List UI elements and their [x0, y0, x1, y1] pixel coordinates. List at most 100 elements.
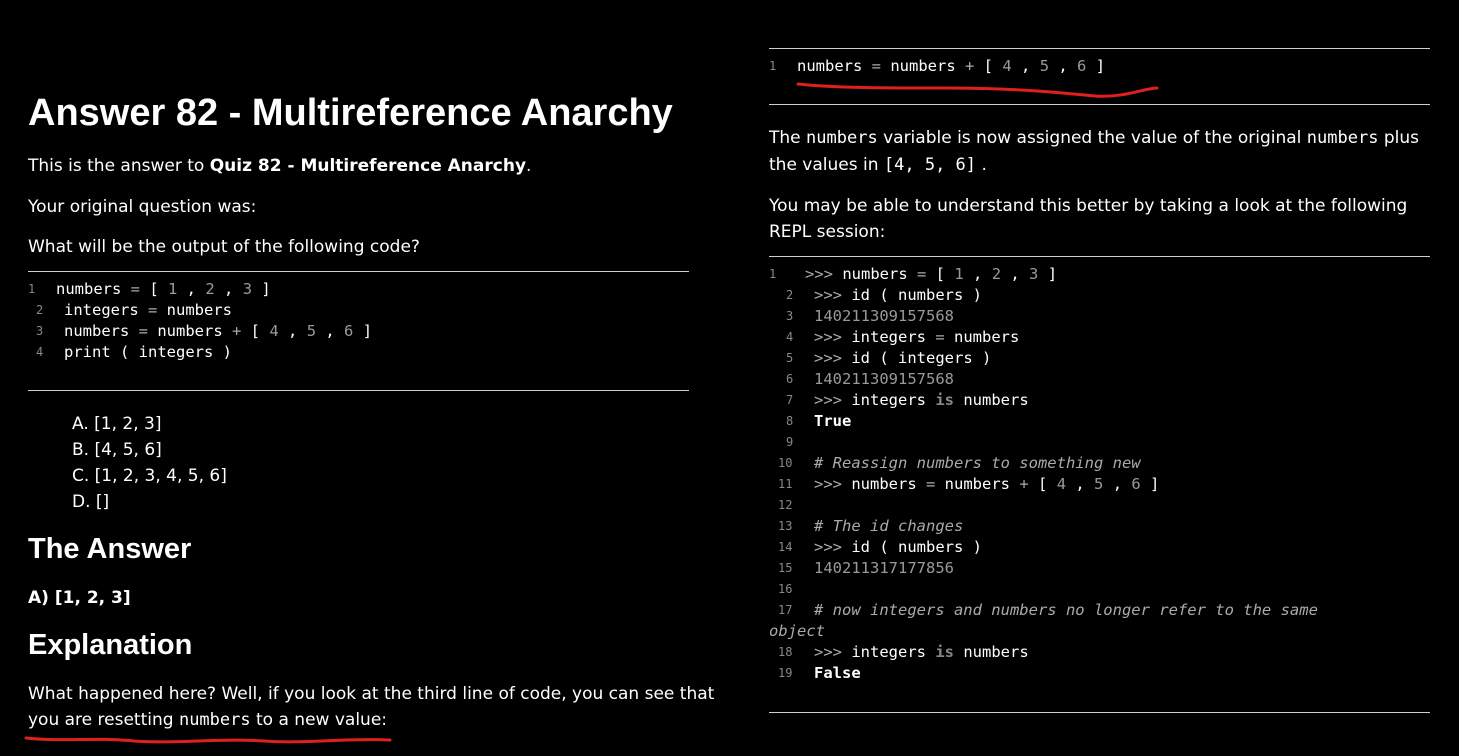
- code-line: 7 >>> integers is numbers: [769, 390, 1318, 411]
- explanation-suffix: to a new value:: [250, 710, 388, 730]
- code-line: 6 140211309157568: [769, 369, 1318, 390]
- line-number: 13: [778, 519, 793, 533]
- code-line: 19 False: [769, 663, 1318, 684]
- quiz-code-block: 1 numbers = [ 1 , 2 , 3 ] 2 integers = num…: [28, 279, 372, 363]
- code-text: numbers = numbers + [ 4 , 5 , 6 ]: [797, 57, 1106, 75]
- intro-text: This is the answer to Quiz 82 - Multiref…: [28, 153, 531, 179]
- inline-code: numbers: [178, 710, 251, 730]
- code-text: print ( integers ): [64, 343, 232, 361]
- code-line: 4 print ( integers ): [28, 342, 372, 363]
- code-line: 12: [769, 495, 1318, 516]
- code-text: >>> id ( numbers ): [814, 538, 982, 556]
- code-text: False: [814, 664, 861, 682]
- line-number: 4: [786, 330, 794, 344]
- line-number: 1: [28, 282, 36, 296]
- code-text: >>> integers is numbers: [814, 643, 1029, 661]
- quiz-link[interactable]: Quiz 82 - Multireference Anarchy: [210, 156, 526, 176]
- line-number: 7: [786, 393, 794, 407]
- code-line: 14 >>> id ( numbers ): [769, 537, 1318, 558]
- code-text: numbers = numbers + [ 4 , 5 , 6 ]: [64, 322, 373, 340]
- line-number: 9: [786, 435, 794, 449]
- code-text: >>> id ( integers ): [814, 349, 992, 367]
- top-code-block: 1 numbers = numbers + [ 4 , 5 , 6 ]: [769, 56, 1105, 77]
- code-text: numbers = [ 1 , 2 , 3 ]: [56, 280, 271, 298]
- intro-suffix: .: [526, 156, 532, 176]
- code-line: 17 # now integers and numbers no longer r…: [769, 600, 1318, 621]
- code-text: 140211309157568: [814, 370, 954, 388]
- code-line: 4 >>> integers = numbers: [769, 327, 1318, 348]
- inline-code: numbers: [1306, 128, 1379, 148]
- code-line: 3 140211309157568: [769, 306, 1318, 327]
- explanation-heading: Explanation: [28, 629, 193, 661]
- code-line: 15 140211317177856: [769, 558, 1318, 579]
- para-text: variable is now assigned the value of th…: [877, 128, 1307, 148]
- code-line: 3 numbers = numbers + [ 4 , 5 , 6 ]: [28, 321, 372, 342]
- line-number: 8: [786, 414, 794, 428]
- question-text: What will be the output of the following…: [28, 237, 420, 257]
- code-line: 2 integers = numbers: [28, 300, 372, 321]
- red-underline-annotation: [796, 82, 1159, 98]
- code-line: 11 >>> numbers = numbers + [ 4 , 5 , 6 ]: [769, 474, 1318, 495]
- code-text: integers = numbers: [64, 301, 232, 319]
- paragraph-1-line-1: The numbers variable is now assigned the…: [769, 125, 1419, 151]
- line-number: 3: [786, 309, 794, 323]
- answer-choices: A. [1, 2, 3] B. [4, 5, 6] C. [1, 2, 3, 4…: [72, 411, 227, 515]
- page-title: Answer 82 - Multireference Anarchy: [28, 92, 673, 134]
- explanation-line-1: What happened here? Well, if you look at…: [28, 684, 715, 704]
- code-line: 10 # Reassign numbers to something new: [769, 453, 1318, 474]
- code-line: object: [769, 621, 1318, 642]
- line-number: 18: [778, 645, 793, 659]
- code-text: >>> integers = numbers: [814, 328, 1020, 346]
- line-number: 2: [786, 288, 794, 302]
- line-number: 19: [778, 666, 793, 680]
- code-rule-top: [28, 271, 689, 272]
- code-line: 5 >>> id ( integers ): [769, 348, 1318, 369]
- line-number: 12: [778, 498, 793, 512]
- answer-text: A) [1, 2, 3]: [28, 588, 131, 608]
- code-line: 1 >>> numbers = [ 1 , 2 , 3 ]: [769, 264, 1318, 285]
- choice-b: B. [4, 5, 6]: [72, 440, 162, 460]
- code-rule-bottom: [28, 390, 689, 391]
- line-number: 1: [769, 59, 777, 73]
- line-number: 15: [778, 561, 793, 575]
- line-number: 14: [778, 540, 793, 554]
- repl-code-block: 1 >>> numbers = [ 1 , 2 , 3 ] 2 >>> id ( n…: [769, 264, 1318, 684]
- answer-heading: The Answer: [28, 533, 192, 565]
- choice-d: D. []: [72, 492, 110, 512]
- line-number: 17: [778, 603, 793, 617]
- code-comment: object: [769, 622, 825, 640]
- code-line: 1 numbers = numbers + [ 4 , 5 , 6 ]: [769, 56, 1105, 77]
- inline-code: numbers: [806, 128, 878, 148]
- top-code-rule-bottom: [769, 104, 1430, 105]
- choice-c: C. [1, 2, 3, 4, 5, 6]: [72, 466, 227, 486]
- original-question-label: Your original question was:: [28, 197, 257, 217]
- line-number: 4: [36, 345, 44, 359]
- code-line: 16: [769, 579, 1318, 600]
- intro-prefix: This is the answer to: [28, 156, 210, 176]
- code-line: 8 True: [769, 411, 1318, 432]
- para-text: The: [769, 128, 807, 148]
- explanation-prefix: you are resetting: [28, 710, 179, 730]
- code-text: 140211309157568: [814, 307, 954, 325]
- red-underline-annotation: [24, 736, 392, 744]
- code-text: >>> numbers = numbers + [ 4 , 5 , 6 ]: [814, 475, 1160, 493]
- code-comment: # now integers and numbers no longer ref…: [814, 601, 1318, 619]
- para-text: the values in: [769, 155, 884, 175]
- line-number: 1: [769, 267, 777, 281]
- line-number: 10: [778, 456, 793, 470]
- inline-code: [4, 5, 6]: [883, 155, 977, 175]
- code-comment: # The id changes: [814, 517, 964, 535]
- choice-a: A. [1, 2, 3]: [72, 414, 162, 434]
- code-line: 2 >>> id ( numbers ): [769, 285, 1318, 306]
- code-text: >>> id ( numbers ): [814, 286, 982, 304]
- para-text: plus: [1378, 128, 1420, 148]
- code-text: True: [814, 412, 852, 430]
- para-text: .: [981, 155, 987, 175]
- code-line: 9: [769, 432, 1318, 453]
- code-line: 1 numbers = [ 1 , 2 , 3 ]: [28, 279, 372, 300]
- code-text: >>> integers is numbers: [814, 391, 1029, 409]
- repl-rule-bottom: [769, 712, 1430, 713]
- line-number: 6: [786, 372, 794, 386]
- code-text: >>> numbers = [ 1 , 2 , 3 ]: [805, 265, 1058, 283]
- code-comment: # Reassign numbers to something new: [814, 454, 1141, 472]
